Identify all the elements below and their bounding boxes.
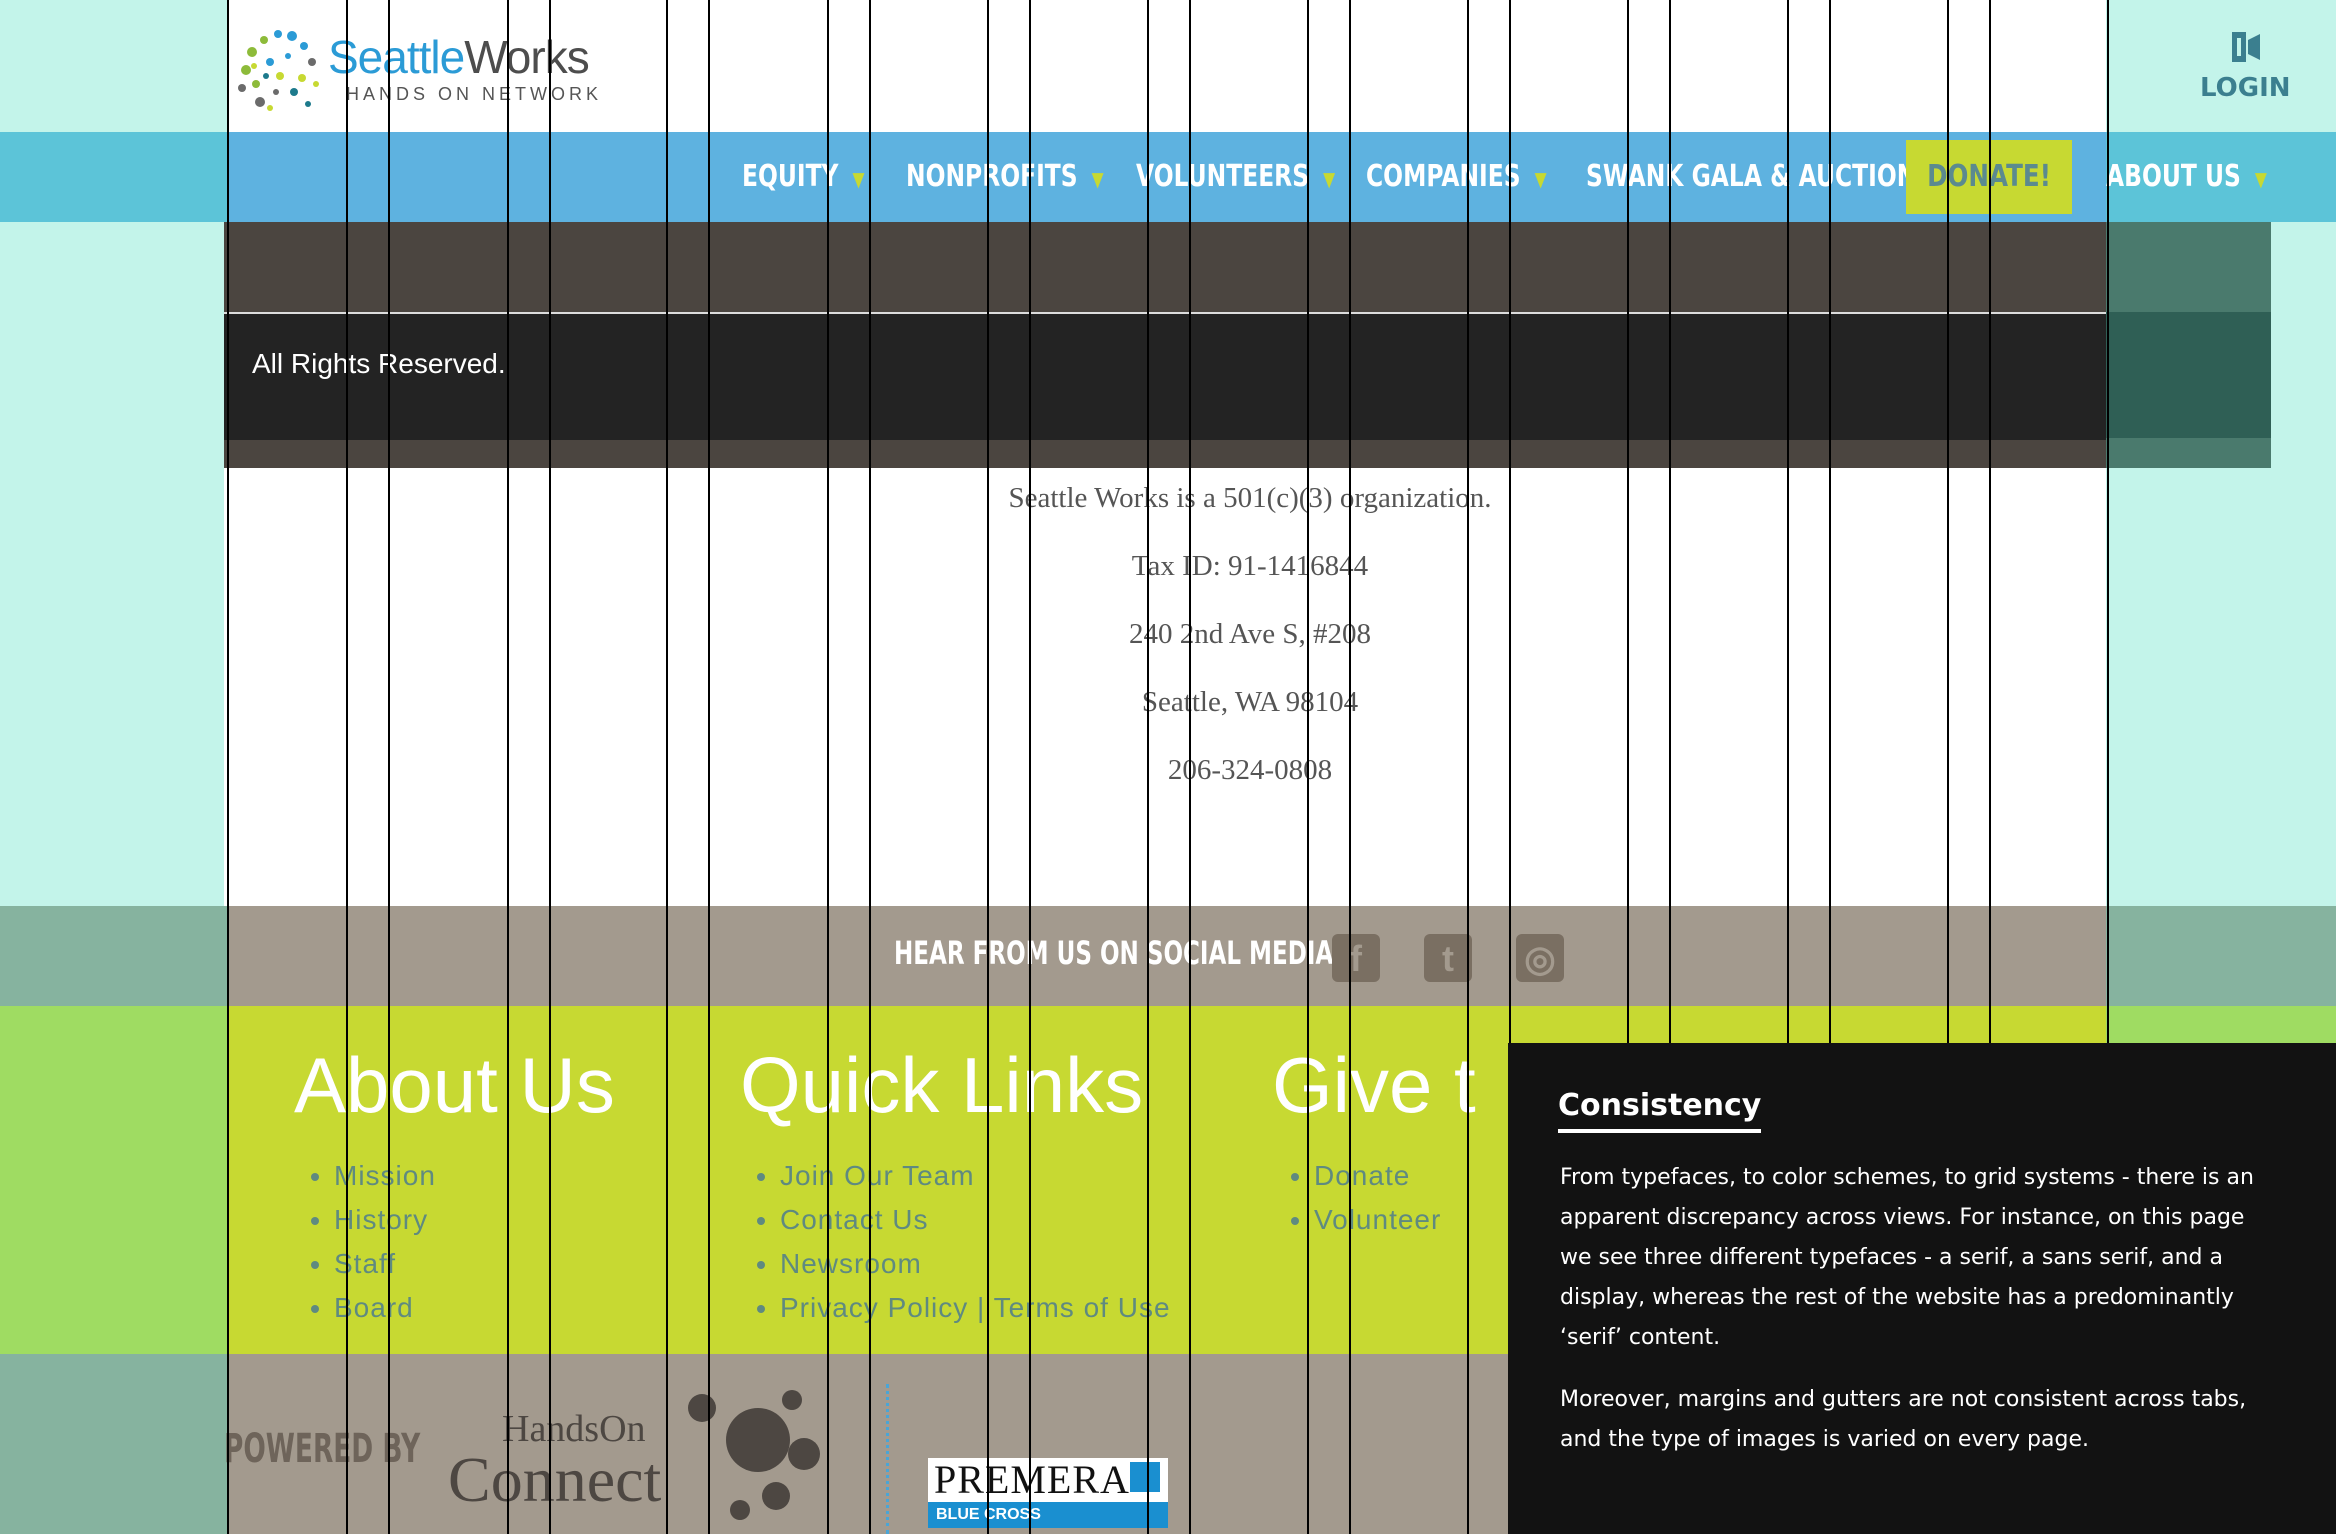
- caret-down-icon: ▼: [1091, 167, 1104, 191]
- divider: [886, 1384, 889, 1534]
- footer-link-mission[interactable]: Mission: [334, 1154, 436, 1198]
- footer-link-staff[interactable]: Staff: [334, 1242, 436, 1286]
- annotation-title: Consistency: [1558, 1088, 1762, 1133]
- right-tint-social: [2106, 906, 2336, 1006]
- nav-label: ABOUT US: [2106, 159, 2241, 194]
- handson-line2: Connect: [448, 1444, 662, 1515]
- facebook-icon[interactable]: f: [1332, 934, 1380, 982]
- nav-item-volunteers[interactable]: VOLUNTEERS ▼: [1136, 132, 1335, 222]
- nav-label: COMPANIES: [1366, 159, 1521, 194]
- twitter-icon[interactable]: t: [1424, 934, 1472, 982]
- nav-label: VOLUNTEERS: [1136, 159, 1310, 194]
- caret-down-icon: ▼: [1323, 167, 1336, 191]
- powered-by-label: POWERED BY: [224, 1426, 421, 1472]
- login-button[interactable]: LOGIN: [2200, 30, 2291, 103]
- nav-item-companies[interactable]: COMPANIES ▼: [1366, 132, 1547, 222]
- right-tint-mid: [2106, 468, 2336, 906]
- nav-label: NONPROFITS: [906, 159, 1078, 194]
- handson-line1: HandsOn: [502, 1408, 646, 1450]
- left-tint-green: [0, 1006, 228, 1354]
- logo-icon[interactable]: [232, 22, 326, 116]
- footer-list-give: Donate Volunteer: [1274, 1154, 1441, 1242]
- footer-list-quick-links: Join Our Team Contact Us Newsroom Privac…: [740, 1154, 1171, 1330]
- bubbles-icon: [688, 1390, 820, 1520]
- org-address-line2: Seattle, WA 98104: [1141, 686, 1359, 718]
- caret-down-icon: ▼: [1534, 167, 1547, 191]
- right-tint-rights: [2106, 312, 2271, 438]
- premera-name: PREMERA: [934, 1457, 1130, 1502]
- org-phone[interactable]: 206-324-0808: [900, 754, 1600, 787]
- footer-col-title-give: Give t: [1272, 1041, 1476, 1129]
- footer-col-title-quick-links: Quick Links: [740, 1041, 1144, 1129]
- left-tint-mid: [0, 222, 224, 906]
- caret-down-icon: ▼: [2254, 167, 2267, 191]
- left-tint-top: [0, 0, 228, 132]
- left-tint-nav: [0, 132, 228, 222]
- left-tint-social: [0, 906, 228, 1006]
- caret-down-icon: ▼: [852, 167, 865, 191]
- org-address-line1: 240 2nd Ave S, #208: [1129, 618, 1371, 650]
- footer-link-contact-us[interactable]: Contact Us: [780, 1198, 1171, 1242]
- rights-text: All Rights Reserved.: [252, 348, 506, 379]
- login-label: LOGIN: [2200, 73, 2291, 103]
- nav-label: SWANK GALA & AUCTION: [1586, 159, 1917, 194]
- logo-word-seattle: Seattle: [328, 31, 465, 83]
- blue-cross-icon: [1130, 1462, 1160, 1492]
- right-tint-gap: [2271, 222, 2336, 468]
- donate-label: DONATE!: [1927, 159, 2051, 194]
- nav-item-equity[interactable]: EQUITY ▼: [742, 132, 865, 222]
- footer-link-join-our-team[interactable]: Join Our Team: [780, 1154, 1171, 1198]
- annotation-paragraph-1: From typefaces, to color schemes, to gri…: [1560, 1165, 2254, 1350]
- footer-link-board[interactable]: Board: [334, 1286, 436, 1330]
- nav-item-swank-gala[interactable]: SWANK GALA & AUCTION: [1586, 132, 1916, 222]
- nav-item-about-us[interactable]: ABOUT US ▼: [2106, 132, 2267, 222]
- rights-bar: [224, 312, 2106, 440]
- instagram-icon[interactable]: ◎: [1516, 934, 1564, 982]
- footer-link-donate[interactable]: Donate: [1314, 1154, 1441, 1198]
- left-tint-bottom: [0, 1354, 228, 1534]
- footer-col-title-about: About Us: [294, 1041, 615, 1129]
- footer-link-newsroom[interactable]: Newsroom: [780, 1242, 1171, 1286]
- logo-word-works: Works: [464, 31, 589, 83]
- footer-link-volunteer[interactable]: Volunteer: [1314, 1198, 1441, 1242]
- annotation-paragraph-2: Moreover, margins and gutters are not co…: [1560, 1387, 2247, 1452]
- handson-connect-logo[interactable]: HandsOn Connect: [448, 1410, 661, 1512]
- premera-subtitle: BLUE CROSS: [928, 1502, 1168, 1528]
- logo-tagline: HANDS ON NETWORK: [346, 84, 603, 104]
- door-icon: [2232, 32, 2260, 62]
- social-title: HEAR FROM US ON SOCIAL MEDIA!: [894, 934, 1344, 972]
- nav-label: EQUITY: [742, 159, 839, 194]
- footer-link-history[interactable]: History: [334, 1198, 436, 1242]
- nav-item-nonprofits[interactable]: NONPROFITS ▼: [906, 132, 1104, 222]
- org-tax-id: Tax ID: 91-1416844: [1131, 550, 1369, 582]
- footer-link-privacy-terms[interactable]: Privacy Policy | Terms of Use: [780, 1286, 1171, 1330]
- org-status: Seattle Works is a 501(c)(3) organizatio…: [1008, 482, 1492, 514]
- footer-list-about: Mission History Staff Board: [294, 1154, 436, 1330]
- logo-wordmark[interactable]: SeattleWorks: [328, 30, 590, 84]
